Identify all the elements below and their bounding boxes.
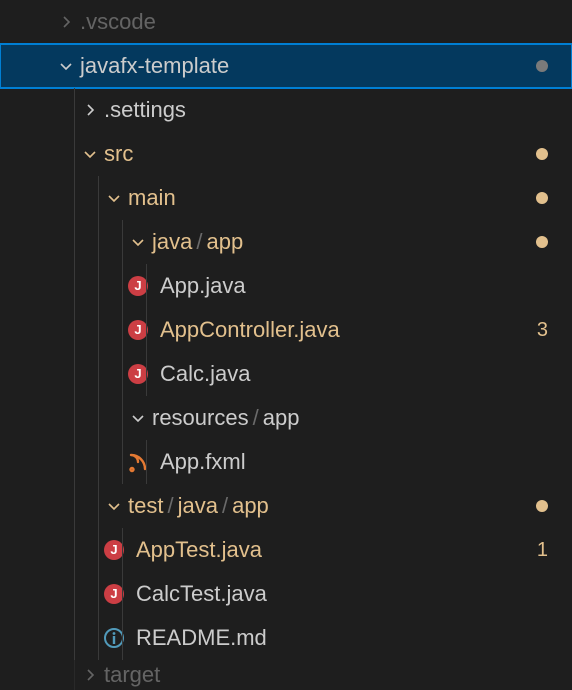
folder-label: src xyxy=(104,141,133,166)
java-file-icon: J xyxy=(102,582,126,606)
info-file-icon xyxy=(102,626,126,650)
chevron-down-icon xyxy=(56,56,76,76)
svg-text:J: J xyxy=(134,366,141,381)
problems-badge: 3 xyxy=(520,319,548,342)
file-label: AppController.java xyxy=(160,317,340,342)
modified-dot-icon xyxy=(520,187,548,210)
chevron-right-icon xyxy=(56,12,76,32)
file-label: AppTest.java xyxy=(136,537,262,562)
tree-item-java-app[interactable]: java/app xyxy=(0,220,572,264)
chevron-down-icon xyxy=(80,144,100,164)
chevron-down-icon xyxy=(104,496,124,516)
tree-item-settings[interactable]: .settings xyxy=(0,88,572,132)
file-label: CalcTest.java xyxy=(136,581,267,606)
java-file-icon: J xyxy=(126,274,150,298)
tree-item-appcontroller-java[interactable]: J AppController.java 3 xyxy=(0,308,572,352)
java-file-icon: J xyxy=(102,538,126,562)
tree-item-calctest-java[interactable]: J CalcTest.java xyxy=(0,572,572,616)
tree-item-resources-app[interactable]: resources/app xyxy=(0,396,572,440)
tree-item-javafx-template[interactable]: javafx-template xyxy=(0,44,572,88)
file-label: App.java xyxy=(160,273,246,298)
chevron-down-icon xyxy=(104,188,124,208)
file-label: Calc.java xyxy=(160,361,250,386)
xml-file-icon xyxy=(126,450,150,474)
tree-item-vscode[interactable]: .vscode xyxy=(0,0,572,44)
folder-label: java/app xyxy=(152,229,243,255)
folder-label: test/java/app xyxy=(128,493,269,519)
tree-item-app-fxml[interactable]: App.fxml xyxy=(0,440,572,484)
chevron-right-icon xyxy=(80,100,100,120)
java-file-icon: J xyxy=(126,318,150,342)
tree-item-test-java-app[interactable]: test/java/app xyxy=(0,484,572,528)
modified-dot-icon xyxy=(520,143,548,166)
chevron-down-icon xyxy=(128,408,148,428)
problems-badge: 1 xyxy=(520,539,548,562)
svg-text:J: J xyxy=(110,542,117,557)
tree-item-app-java[interactable]: J App.java xyxy=(0,264,572,308)
svg-text:J: J xyxy=(134,322,141,337)
tree-item-apptest-java[interactable]: J AppTest.java 1 xyxy=(0,528,572,572)
folder-label: main xyxy=(128,185,176,210)
modified-dot-icon xyxy=(520,55,548,78)
tree-item-main[interactable]: main xyxy=(0,176,572,220)
tree-item-readme-md[interactable]: README.md xyxy=(0,616,572,660)
tree-item-src[interactable]: src xyxy=(0,132,572,176)
folder-label: resources/app xyxy=(152,405,299,431)
svg-text:J: J xyxy=(134,278,141,293)
modified-dot-icon xyxy=(520,231,548,254)
chevron-down-icon xyxy=(128,232,148,252)
folder-label: .settings xyxy=(104,97,186,122)
chevron-right-icon xyxy=(80,665,100,685)
folder-label: .vscode xyxy=(80,9,156,34)
java-file-icon: J xyxy=(126,362,150,386)
tree-item-calc-java[interactable]: J Calc.java xyxy=(0,352,572,396)
tree-item-target[interactable]: target xyxy=(0,660,572,690)
file-explorer-tree: .vscode javafx-template .settings src xyxy=(0,0,572,690)
modified-dot-icon xyxy=(520,495,548,518)
svg-text:J: J xyxy=(110,586,117,601)
file-label: README.md xyxy=(136,625,267,650)
file-label: App.fxml xyxy=(160,449,246,474)
folder-label: javafx-template xyxy=(80,53,229,78)
folder-label: target xyxy=(104,662,160,687)
